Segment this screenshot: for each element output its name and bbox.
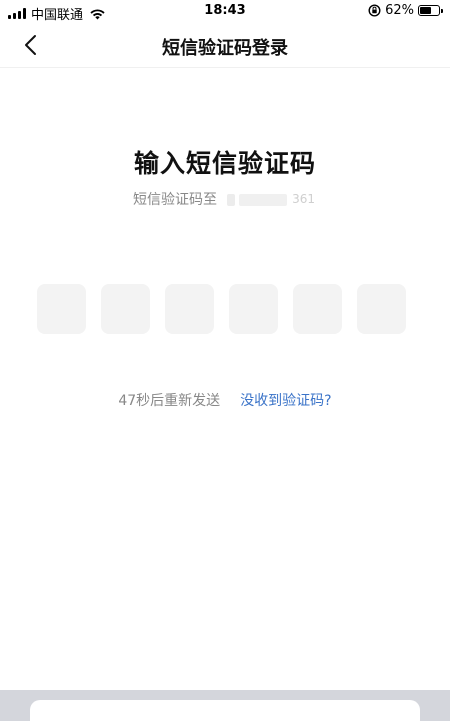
code-box-2[interactable] (101, 284, 150, 334)
code-input-row (37, 284, 406, 334)
phone-tail: 361 (292, 192, 315, 206)
battery-icon (418, 5, 443, 16)
battery-fill (420, 7, 431, 14)
no-code-help-link[interactable]: 没收到验证码? (240, 390, 331, 410)
nav-bar: 短信验证码登录 (0, 24, 450, 68)
orientation-lock-icon (368, 4, 381, 17)
screen: 中国联通 18:43 62% 短信验证码登录 输入短信验证码 短信验证码至 36… (0, 0, 450, 721)
page-title: 短信验证码登录 (162, 38, 288, 59)
battery-percent: 62% (385, 3, 414, 18)
status-right: 62% (368, 3, 443, 18)
phone-number-masked: 361 (227, 190, 317, 208)
resend-countdown: 47秒后重新发送 (118, 393, 221, 409)
heading: 输入短信验证码 (133, 149, 316, 178)
code-box-4[interactable] (229, 284, 278, 334)
resend-row: 47秒后重新发送 没收到验证码? (0, 390, 450, 410)
keyboard-suggestion-bar (30, 700, 420, 721)
battery-cap (441, 9, 443, 13)
code-box-5[interactable] (293, 284, 342, 334)
sent-to-row: 短信验证码至 361 (0, 189, 450, 209)
status-bar: 中国联通 18:43 62% (0, 0, 450, 24)
code-box-6[interactable] (357, 284, 406, 334)
code-box-1[interactable] (37, 284, 86, 334)
sent-to-label: 短信验证码至 (133, 192, 217, 208)
keyboard-area (0, 690, 450, 721)
code-box-3[interactable] (165, 284, 214, 334)
